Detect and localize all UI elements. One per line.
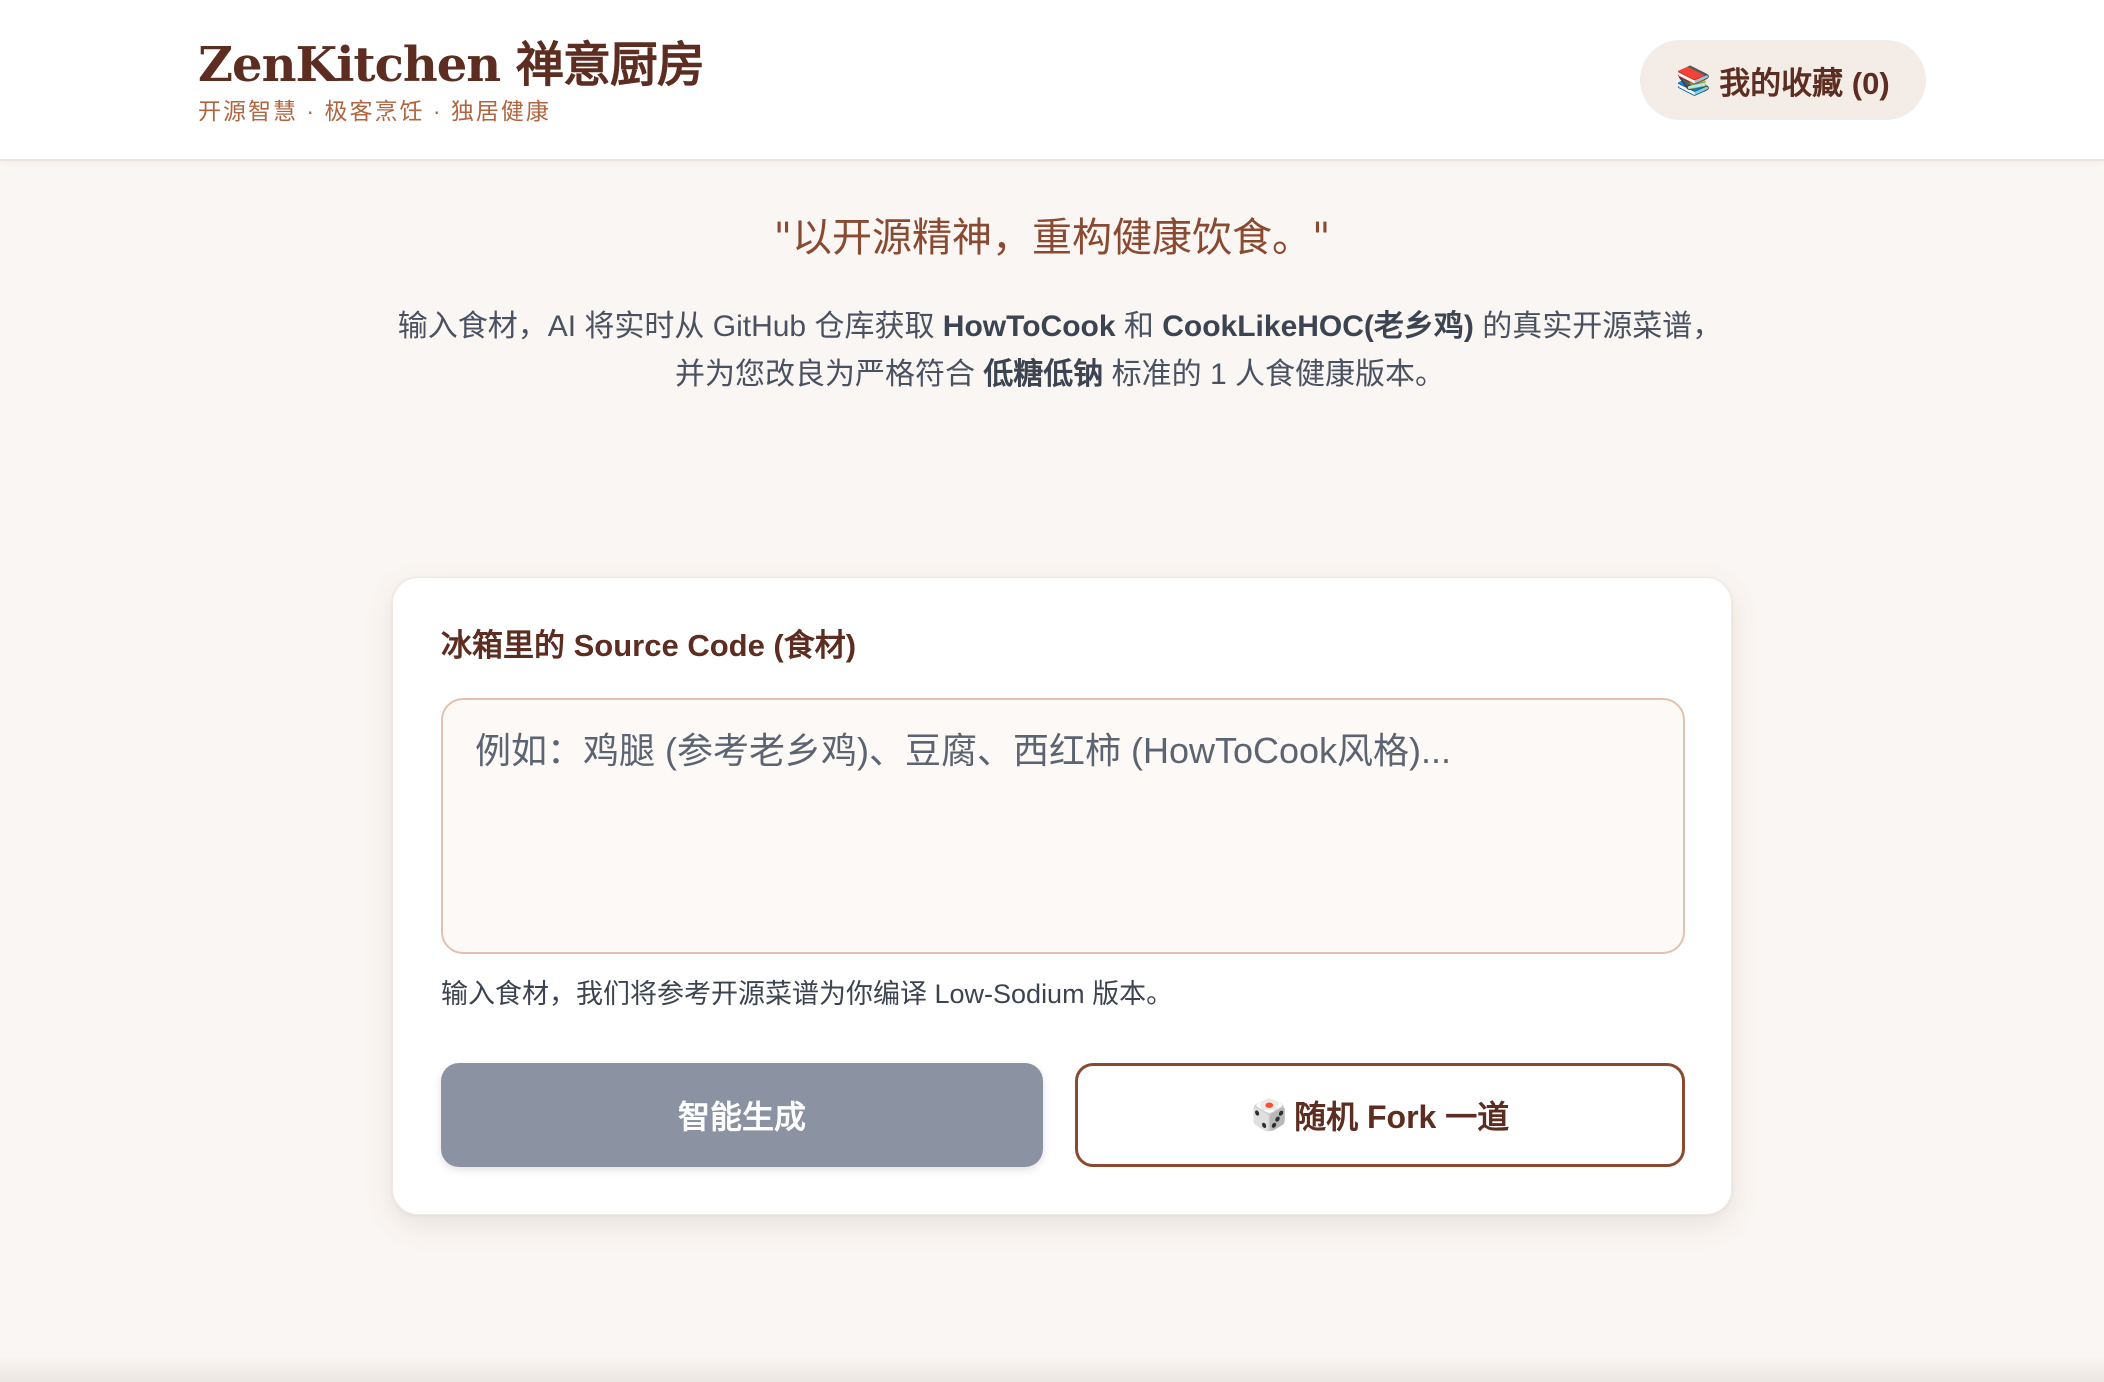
- app-tagline: 开源智慧 · 极客烹饪 · 独居健康: [198, 98, 551, 124]
- bottom-edge: [0, 1356, 2104, 1382]
- intro-line1-post: 的真实开源菜谱，: [1473, 310, 1723, 343]
- ingredients-hint: 输入食材，我们将参考开源菜谱为你编译 Low-Sodium 版本。: [441, 979, 1174, 1009]
- ingredient-card: 冰箱里的 Source Code (食材) 输入食材，我们将参考开源菜谱为你编译…: [392, 577, 1732, 1215]
- intro-line2-post: 标准的 1 人食健康版本。: [1103, 358, 1446, 391]
- intro-repo-cooklikehoc: CookLikeHOC(老乡鸡): [1162, 310, 1474, 343]
- intro-repo-howtocook: HowToCook: [942, 310, 1116, 343]
- dice-icon: 🎲: [1250, 1098, 1289, 1132]
- favorites-button[interactable]: 📚 我的收藏 (0): [1640, 40, 1926, 120]
- intro-line2-pre: 并为您改良为严格符合: [674, 358, 984, 391]
- brand: ZenKitchen 禅意厨房 开源智慧 · 极客烹饪 · 独居健康: [198, 36, 705, 126]
- intro-text: 输入食材，AI 将实时从 GitHub 仓库获取 HowToCook 和 Coo…: [395, 303, 1725, 399]
- favorites-label: 我的收藏 (0): [1719, 65, 1890, 101]
- motto: "以开源精神，重构健康饮食。": [773, 215, 1331, 261]
- ingredients-input[interactable]: [441, 698, 1685, 954]
- books-icon: 📚: [1676, 64, 1712, 96]
- generate-button[interactable]: 智能生成: [441, 1063, 1043, 1167]
- random-fork-label: 随机 Fork 一道: [1294, 1099, 1510, 1135]
- app-title: ZenKitchen 禅意厨房: [198, 37, 705, 93]
- ingredients-label: 冰箱里的 Source Code (食材): [441, 628, 857, 663]
- intro-line1-pre: 输入食材，AI 将实时从 GitHub 仓库获取: [397, 310, 943, 343]
- intro-and: 和: [1115, 310, 1163, 343]
- top-bar: ZenKitchen 禅意厨房 开源智慧 · 极客烹饪 · 独居健康 📚 我的收…: [0, 0, 2104, 161]
- random-fork-button[interactable]: 🎲 随机 Fork 一道: [1075, 1063, 1685, 1167]
- intro-highlight: 低糖低钠: [983, 358, 1104, 391]
